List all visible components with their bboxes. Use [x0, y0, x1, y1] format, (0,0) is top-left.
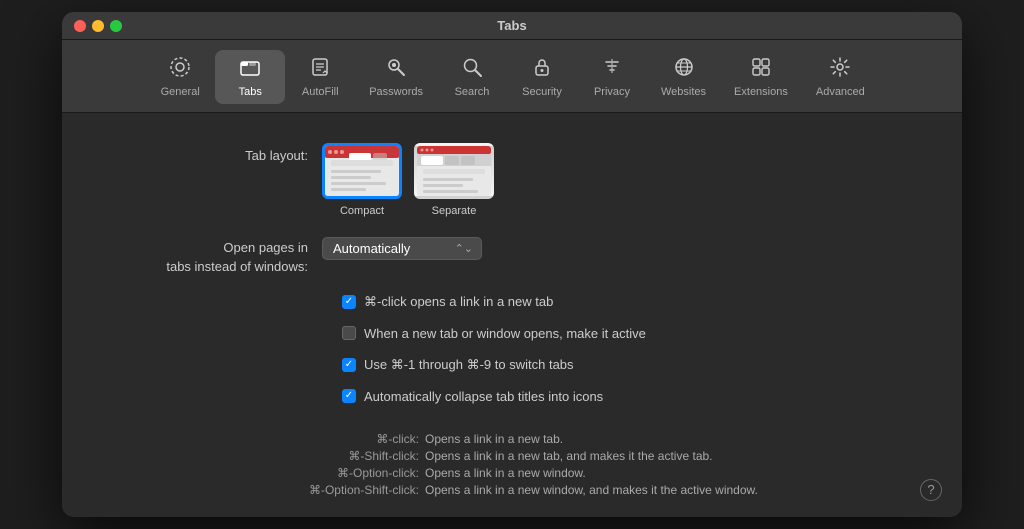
tab-layout-label: Tab layout: — [122, 143, 322, 165]
toolbar: General Tabs A — [62, 40, 962, 113]
compact-tab-thumb[interactable] — [322, 143, 402, 199]
privacy-label: Privacy — [594, 86, 630, 98]
new-tab-active-checkbox[interactable] — [342, 326, 356, 340]
switch-tabs-checkbox[interactable]: ✓ — [342, 358, 356, 372]
tabs-icon — [239, 56, 261, 82]
checkbox-row-1: When a new tab or window opens, make it … — [342, 326, 646, 341]
key-desc-2: Opens a link in a new window. — [425, 466, 825, 480]
toolbar-item-extensions[interactable]: Extensions — [720, 50, 802, 104]
key-row-3: ⌘-Option-Shift-click: Opens a link in a … — [122, 483, 902, 497]
separate-thumb-inner — [417, 146, 491, 196]
dropdown-value: Automatically — [333, 241, 410, 256]
key-desc-1: Opens a link in a new tab, and makes it … — [425, 449, 825, 463]
key-row-2: ⌘-Option-click: Opens a link in a new wi… — [122, 466, 902, 480]
help-icon: ? — [927, 482, 934, 497]
key-name-3: ⌘-Option-Shift-click: — [199, 483, 419, 497]
tab-layout-content: Compact — [322, 143, 902, 217]
check-mark-icon-2: ✓ — [345, 360, 353, 370]
open-pages-content: Automatically ⌃⌄ — [322, 235, 902, 260]
separate-tab-thumb[interactable] — [414, 143, 494, 199]
checkbox-row-0: ✓ ⌘-click opens a link in a new tab — [342, 294, 553, 310]
compact-label: Compact — [340, 205, 384, 217]
minimize-button[interactable] — [92, 20, 104, 32]
key-name-2: ⌘-Option-click: — [199, 466, 419, 480]
tab-thumbnails: Compact — [322, 143, 902, 217]
search-icon — [461, 56, 483, 82]
advanced-icon — [829, 56, 851, 82]
collapse-titles-label: Automatically collapse tab titles into i… — [364, 389, 603, 404]
checkbox-row-2: ✓ Use ⌘-1 through ⌘-9 to switch tabs — [342, 357, 574, 373]
advanced-label: Advanced — [816, 86, 865, 98]
new-tab-active-label: When a new tab or window opens, make it … — [364, 326, 646, 341]
toolbar-item-search[interactable]: Search — [437, 50, 507, 104]
security-label: Security — [522, 86, 562, 98]
toolbar-item-autofill[interactable]: AutoFill — [285, 50, 355, 104]
extensions-icon — [750, 56, 772, 82]
checkbox-row-3: ✓ Automatically collapse tab titles into… — [342, 389, 603, 404]
switch-tabs-label: Use ⌘-1 through ⌘-9 to switch tabs — [364, 357, 574, 373]
dropdown-arrow-icon: ⌃⌄ — [455, 242, 473, 255]
key-name-0: ⌘-click: — [199, 432, 419, 446]
toolbar-item-advanced[interactable]: Advanced — [802, 50, 879, 104]
key-row-0: ⌘-click: Opens a link in a new tab. — [122, 432, 902, 446]
check-mark-icon-3: ✓ — [345, 391, 353, 401]
toolbar-item-tabs[interactable]: Tabs — [215, 50, 285, 104]
key-name-1: ⌘-Shift-click: — [199, 449, 419, 463]
toolbar-item-security[interactable]: Security — [507, 50, 577, 104]
check-mark-icon: ✓ — [345, 297, 353, 307]
key-desc-0: Opens a link in a new tab. — [425, 432, 825, 446]
titlebar: Tabs — [62, 12, 962, 40]
general-label: General — [161, 86, 200, 98]
open-pages-label: Open pages in tabs instead of windows: — [122, 235, 322, 275]
content-area: Tab layout: — [62, 113, 962, 516]
extensions-label: Extensions — [734, 86, 788, 98]
cmd-click-checkbox[interactable]: ✓ — [342, 295, 356, 309]
collapse-titles-checkbox[interactable]: ✓ — [342, 389, 356, 403]
traffic-lights — [74, 20, 122, 32]
preferences-window: Tabs General Tabs — [62, 12, 962, 516]
passwords-label: Passwords — [369, 86, 423, 98]
security-icon — [531, 56, 553, 82]
toolbar-item-privacy[interactable]: Privacy — [577, 50, 647, 104]
window-title: Tabs — [497, 18, 526, 33]
tabs-label: Tabs — [239, 86, 262, 98]
autofill-icon — [309, 56, 331, 82]
websites-icon — [673, 56, 695, 82]
key-reference-table: ⌘-click: Opens a link in a new tab. ⌘-Sh… — [122, 432, 902, 497]
general-icon — [169, 56, 191, 82]
key-desc-3: Opens a link in a new window, and makes … — [425, 483, 825, 497]
key-row-1: ⌘-Shift-click: Opens a link in a new tab… — [122, 449, 902, 463]
cmd-click-label: ⌘-click opens a link in a new tab — [364, 294, 553, 310]
compact-thumb-wrap: Compact — [322, 143, 402, 217]
close-button[interactable] — [74, 20, 86, 32]
help-button[interactable]: ? — [920, 479, 942, 501]
privacy-icon — [601, 56, 623, 82]
websites-label: Websites — [661, 86, 706, 98]
automatically-dropdown[interactable]: Automatically ⌃⌄ — [322, 237, 482, 260]
open-pages-row: Open pages in tabs instead of windows: A… — [122, 235, 902, 275]
toolbar-item-general[interactable]: General — [145, 50, 215, 104]
separate-thumb-wrap: Separate — [414, 143, 494, 217]
tab-layout-row: Tab layout: — [122, 143, 902, 217]
separate-label: Separate — [432, 205, 477, 217]
search-label: Search — [455, 86, 490, 98]
toolbar-item-passwords[interactable]: Passwords — [355, 50, 437, 104]
toolbar-item-websites[interactable]: Websites — [647, 50, 720, 104]
maximize-button[interactable] — [110, 20, 122, 32]
compact-thumb-inner — [325, 146, 399, 196]
autofill-label: AutoFill — [302, 86, 339, 98]
checkboxes-row: ✓ ⌘-click opens a link in a new tab When… — [342, 294, 902, 412]
passwords-icon — [385, 56, 407, 82]
